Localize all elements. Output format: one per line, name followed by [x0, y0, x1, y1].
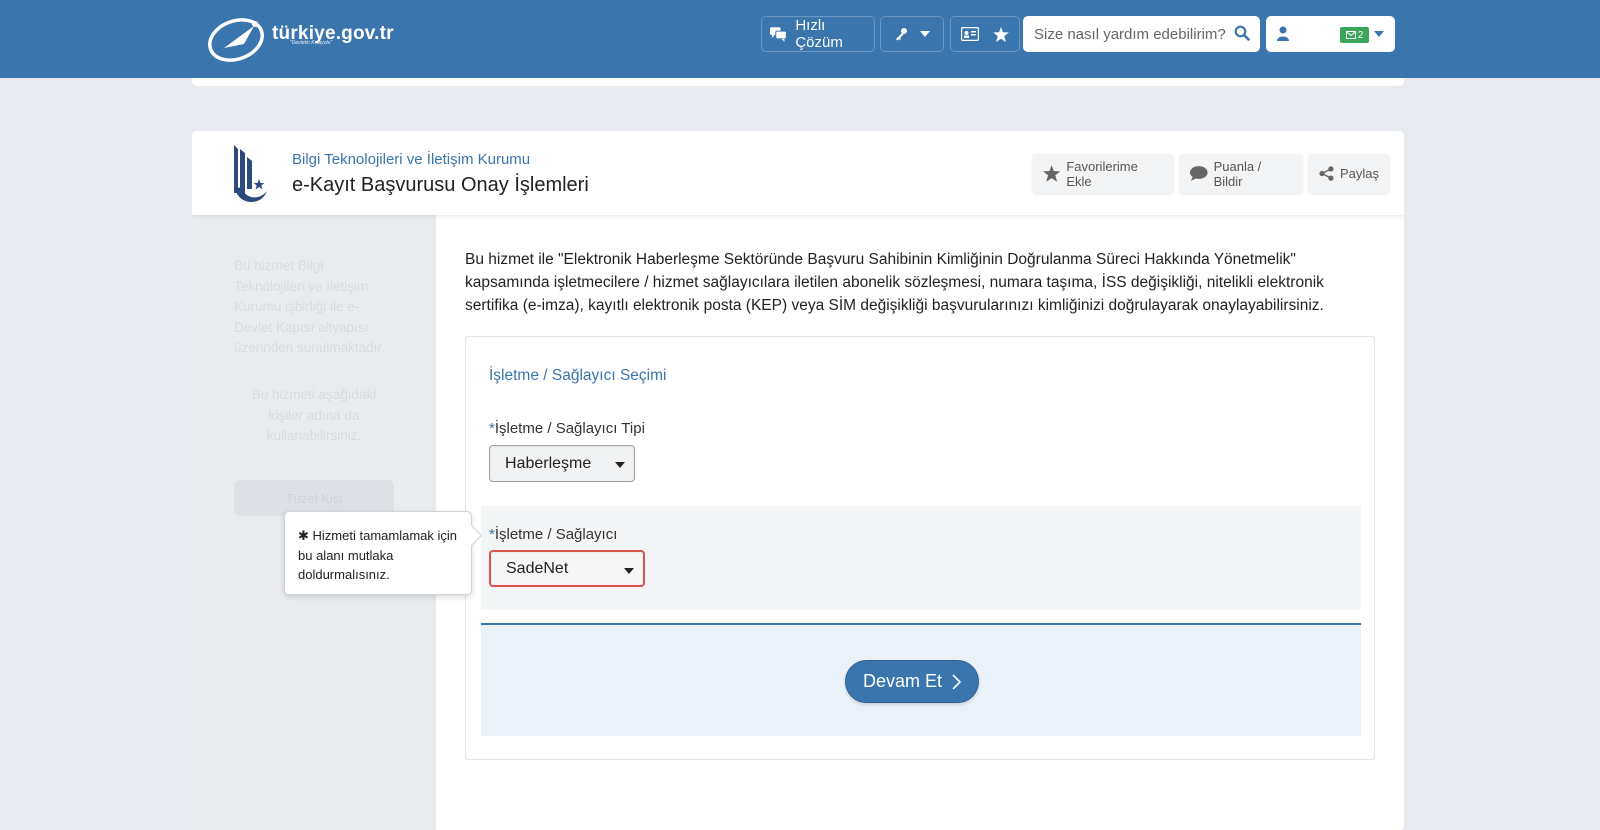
id-card-icon[interactable]: [961, 27, 979, 41]
provider-type-label: *İşletme / Sağlayıcı Tipi: [489, 420, 645, 437]
share-label: Paylaş: [1339, 166, 1379, 181]
caret-down-icon: [624, 568, 634, 574]
star-icon: [1043, 165, 1061, 182]
service-header: Bilgi Teknolojileri ve İletişim Kurumu e…: [192, 131, 1404, 215]
add-favorites-button[interactable]: Favorilerime Ekle: [1033, 154, 1173, 193]
quick-solution-button[interactable]: Hızlı Çözüm: [761, 16, 875, 52]
btk-logo-icon: [234, 145, 267, 203]
provider-label-text: İşletme / Sağlayıcı: [494, 526, 618, 543]
turkiye-gov-logo[interactable]: türkiye.gov.tr: [206, 14, 394, 62]
add-favorites-label: Favorilerime Ekle: [1066, 158, 1138, 189]
comment-icon: [1190, 166, 1208, 181]
chat-bubbles-icon: [770, 27, 787, 42]
section-title: İşletme / Sağlayıcı Seçimi: [489, 367, 667, 384]
user-icon: [1277, 26, 1289, 41]
continue-label: Devam Et: [862, 671, 943, 691]
institution-name[interactable]: Bilgi Teknolojileri ve İletişim Kurumu: [292, 151, 530, 168]
sidebar-info-text: Bu hizmet Bilgi Teknolojileri ve İletişi…: [234, 258, 385, 355]
mail-badge[interactable]: 2: [1340, 27, 1369, 43]
share-icon: [1319, 166, 1334, 181]
provider-type-value: Haberleşme: [505, 454, 592, 472]
id-card-favorites-group[interactable]: [950, 16, 1020, 52]
user-menu-button[interactable]: 2: [1266, 16, 1395, 52]
header-strip: [192, 78, 1404, 86]
provider-field-row: *İşletme / Sağlayıcı SadeNet: [481, 506, 1361, 610]
provider-select[interactable]: SadeNet: [489, 550, 645, 587]
caret-down-icon: [1374, 31, 1384, 37]
quick-solution-label: Hızlı Çözüm: [795, 17, 843, 51]
share-button[interactable]: Paylaş: [1309, 154, 1389, 193]
logo-mark-icon: [208, 18, 264, 62]
caret-down-icon: [615, 462, 625, 468]
key-icon: [896, 28, 907, 41]
asterisk-icon: ✱: [298, 528, 309, 543]
tooltip-text: Hizmeti tamamlamak için bu alanı mutlaka…: [298, 528, 458, 582]
sidebar-usable-text: Bu hizmeti aşağıdaki kişiler adına da ku…: [251, 387, 377, 443]
provider-type-select[interactable]: Haberleşme: [489, 445, 635, 482]
provider-type-label-text: İşletme / Sağlayıcı Tipi: [494, 420, 645, 437]
search-box[interactable]: [1023, 16, 1260, 52]
provider-selection-form: İşletme / Sağlayıcı Seçimi *İşletme / Sa…: [465, 336, 1375, 760]
search-icon[interactable]: [1234, 25, 1250, 41]
provider-value: SadeNet: [506, 559, 569, 577]
required-field-tooltip: ✱ Hizmeti tamamlamak için bu alanı mutla…: [284, 511, 472, 595]
continue-button[interactable]: Devam Et: [845, 660, 979, 703]
rate-report-button[interactable]: Puanla / Bildir: [1180, 154, 1302, 193]
form-actions: Devam Et: [481, 623, 1361, 736]
provider-label: *İşletme / Sağlayıcı: [489, 526, 617, 543]
search-input[interactable]: [1034, 25, 1234, 43]
star-icon[interactable]: [993, 26, 1009, 42]
chevron-right-icon: [952, 673, 962, 690]
logo-tagline: "Devletin Kısayolu": [290, 40, 333, 46]
service-card: Bilgi Teknolojileri ve İletişim Kurumu e…: [192, 131, 1404, 830]
envelope-icon: [1345, 31, 1356, 39]
caret-down-icon: [920, 31, 930, 37]
rate-report-label: Puanla / Bildir: [1213, 158, 1262, 189]
top-bar: türkiye.gov.tr "Devletin Kısayolu" Hızlı…: [0, 0, 1600, 78]
accessibility-menu-button[interactable]: [880, 16, 944, 52]
mail-count: 2: [1357, 29, 1364, 41]
service-description: Bu hizmet ile "Elektronik Haberleşme Sek…: [465, 251, 1324, 314]
page-title: e-Kayıt Başvurusu Onay İşlemleri: [292, 174, 589, 196]
